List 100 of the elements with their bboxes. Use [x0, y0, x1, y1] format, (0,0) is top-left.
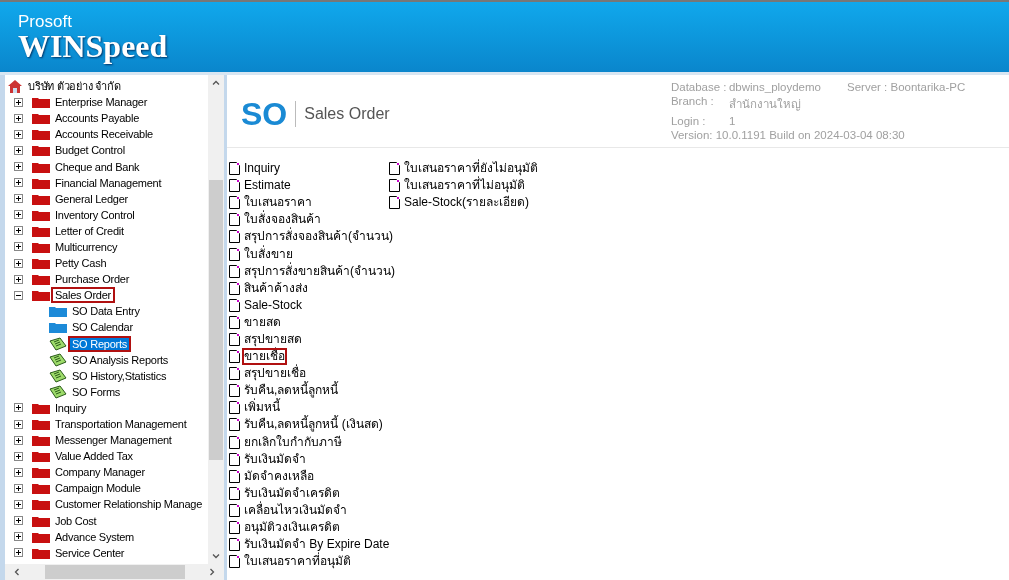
- tree-item[interactable]: Inquiry: [53, 401, 89, 414]
- expand-icon[interactable]: [14, 226, 23, 236]
- folder-icon: [32, 273, 50, 286]
- report-link[interactable]: ยกเลิกใบกำกับภาษี: [244, 435, 342, 449]
- document-icon: [229, 555, 240, 569]
- tree-item[interactable]: SO Data Entry: [70, 305, 142, 318]
- tree-item[interactable]: General Ledger: [53, 192, 130, 205]
- document-icon: [229, 503, 240, 517]
- scroll-left-icon[interactable]: [13, 568, 21, 576]
- tree-item[interactable]: Cheque and Bank: [53, 160, 142, 173]
- tree-item[interactable]: Job Cost: [53, 514, 99, 527]
- report-link[interactable]: เคลื่อนไหวเงินมัดจำ: [244, 503, 347, 517]
- expand-icon[interactable]: [14, 500, 23, 509]
- expand-icon[interactable]: [14, 483, 23, 493]
- tree-item[interactable]: Sales Order: [53, 289, 113, 302]
- expand-icon[interactable]: [14, 113, 23, 123]
- vertical-scrollbar[interactable]: [208, 75, 224, 564]
- tree-item[interactable]: SO Reports: [70, 337, 129, 350]
- info-label: Branch :: [670, 95, 715, 109]
- tree-item[interactable]: บริษัท ตัวอย่าง จำกัด: [26, 80, 123, 93]
- tree-item[interactable]: Advance System: [53, 530, 137, 543]
- expand-icon[interactable]: [14, 516, 23, 526]
- expand-icon[interactable]: [14, 145, 23, 155]
- report-link[interactable]: Inquiry: [244, 162, 281, 176]
- tree-item[interactable]: SO Analysis Reports: [70, 353, 171, 366]
- folder-icon: [32, 208, 50, 221]
- document-icon: [389, 196, 400, 210]
- tree-item[interactable]: Messenger Management: [53, 434, 174, 447]
- expand-icon[interactable]: [14, 258, 23, 268]
- document-icon: [229, 418, 240, 432]
- folder-icon: [32, 192, 50, 205]
- report-link[interactable]: สรุปการสั่งขายสินค้า(จำนวน): [244, 264, 395, 278]
- document-icon: [229, 333, 240, 346]
- tree-item[interactable]: Value Added Tax: [53, 450, 135, 463]
- tree-item[interactable]: Service Center: [53, 546, 127, 559]
- info-value: สำนักงานใหญ่: [728, 97, 802, 113]
- tree-item[interactable]: Budget Control: [53, 144, 127, 157]
- expand-icon[interactable]: [14, 194, 23, 204]
- expand-icon[interactable]: [14, 451, 23, 461]
- tree-item[interactable]: SO Forms: [70, 385, 123, 398]
- report-link[interactable]: Estimate: [244, 179, 291, 193]
- expand-icon[interactable]: [14, 162, 23, 171]
- tree-item[interactable]: Letter of Credit: [53, 224, 126, 237]
- report-link[interactable]: สินค้าค้างส่ง: [244, 281, 308, 295]
- document-icon: [229, 452, 240, 466]
- module-code: SO: [241, 95, 288, 133]
- scroll-down-icon[interactable]: [212, 552, 220, 560]
- scroll-right-icon[interactable]: [208, 568, 216, 576]
- tree-item[interactable]: Petty Cash: [53, 257, 109, 270]
- expand-icon[interactable]: [14, 435, 23, 445]
- report-link[interactable]: ใบเสนอราคา: [244, 196, 312, 210]
- folder-icon: [32, 434, 50, 447]
- tree-item[interactable]: Financial Management: [53, 176, 164, 189]
- expand-icon[interactable]: [14, 419, 23, 429]
- report-link[interactable]: รับเงินมัดจำ By Expire Date: [244, 538, 390, 552]
- report-link[interactable]: Sale-Stock(รายละเอียด): [404, 196, 530, 210]
- report-link[interactable]: Sale-Stock: [244, 298, 303, 312]
- document-icon: [229, 162, 240, 176]
- expand-icon[interactable]: [14, 403, 23, 413]
- expand-icon[interactable]: [14, 242, 23, 252]
- expand-icon[interactable]: [14, 467, 23, 477]
- document-icon: [229, 435, 240, 449]
- report-link[interactable]: ใบสั่งขาย: [244, 247, 293, 261]
- horizontal-scrollbar[interactable]: [5, 564, 224, 580]
- report-link[interactable]: สรุปขายสด: [244, 333, 302, 346]
- document-icon: [229, 538, 240, 552]
- tree-item[interactable]: Campaign Module: [53, 482, 143, 495]
- expand-icon[interactable]: [14, 548, 23, 558]
- collapse-icon[interactable]: [14, 290, 23, 300]
- tree-item[interactable]: Inventory Control: [53, 208, 137, 221]
- document-icon: [229, 179, 240, 193]
- tree-item[interactable]: Accounts Receivable: [53, 128, 155, 141]
- document-icon: [229, 469, 240, 483]
- expand-icon[interactable]: [14, 274, 23, 284]
- report-link[interactable]: มัดจำคงเหลือ: [244, 469, 314, 483]
- tree-item[interactable]: Transportation Management: [53, 418, 189, 430]
- folder-icon: [32, 466, 50, 479]
- report-link[interactable]: รับเงินมัดจำ: [244, 452, 306, 466]
- tree-item[interactable]: SO Calendar: [70, 321, 135, 334]
- tree-item[interactable]: Customer Relationship Manage: [53, 498, 205, 511]
- info-value: 1: [728, 115, 737, 127]
- tree-item[interactable]: SO History,Statistics: [70, 369, 169, 382]
- expand-icon[interactable]: [14, 532, 23, 542]
- report-link[interactable]: รับเงินมัดจำเครดิต: [244, 486, 340, 500]
- report-link[interactable]: ขายสด: [244, 315, 281, 329]
- expand-icon[interactable]: [14, 178, 23, 188]
- expand-icon[interactable]: [14, 129, 23, 139]
- tree-item[interactable]: Company Manager: [53, 466, 147, 479]
- report-link[interactable]: อนุมัติวงเงินเครดิต: [244, 521, 340, 534]
- folder-icon: [32, 96, 50, 109]
- expand-icon[interactable]: [14, 97, 23, 107]
- document-icon: [229, 196, 240, 210]
- folder-icon: [32, 289, 50, 302]
- tree-item[interactable]: Multicurrency: [53, 241, 120, 253]
- folder-icon: [32, 176, 50, 189]
- tree-item[interactable]: Purchase Order: [53, 273, 132, 286]
- scroll-up-icon[interactable]: [212, 79, 220, 87]
- expand-icon[interactable]: [14, 210, 23, 220]
- tree-item[interactable]: Enterprise Manager: [53, 96, 150, 109]
- tree-item[interactable]: Accounts Payable: [53, 112, 142, 125]
